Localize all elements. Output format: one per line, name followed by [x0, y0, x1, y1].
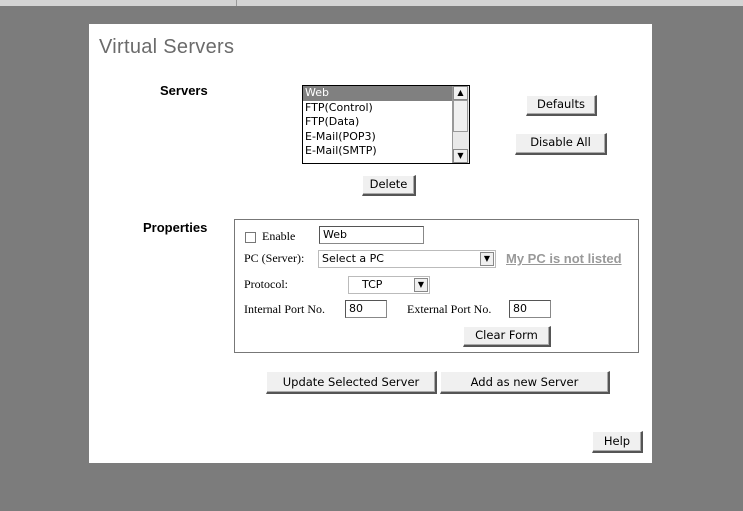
internal-port-input[interactable]: 80 [345, 300, 387, 318]
update-selected-server-button[interactable]: Update Selected Server [266, 371, 437, 394]
server-item-email-pop3[interactable]: E-Mail(POP3) [303, 130, 453, 145]
server-item-ftp-data[interactable]: FTP(Data) [303, 115, 453, 130]
help-button[interactable]: Help [592, 431, 643, 453]
servers-label: Servers [160, 83, 208, 98]
my-pc-not-listed-link[interactable]: My PC is not listed [506, 251, 622, 266]
pc-server-value: Select a PC [322, 252, 384, 265]
pc-server-label: PC (Server): [244, 251, 305, 265]
strip-divider [236, 0, 237, 6]
server-item-ftp-control[interactable]: FTP(Control) [303, 101, 453, 116]
enable-checkbox[interactable] [245, 232, 256, 243]
protocol-select[interactable]: TCP ▼ [348, 276, 430, 294]
server-item-web[interactable]: Web [303, 86, 453, 101]
clear-form-button[interactable]: Clear Form [463, 326, 551, 347]
add-new-server-button[interactable]: Add as new Server [440, 371, 610, 394]
scroll-up-icon[interactable]: ▲ [453, 86, 468, 100]
internal-port-label: Internal Port No. [244, 302, 325, 316]
top-strip [0, 0, 743, 6]
protocol-dropdown-icon[interactable]: ▼ [414, 278, 428, 292]
scroll-down-icon[interactable]: ▼ [453, 149, 468, 163]
servers-list: Web FTP(Control) FTP(Data) E-Mail(POP3) … [303, 86, 453, 159]
servers-listbox[interactable]: Web FTP(Control) FTP(Data) E-Mail(POP3) … [302, 85, 470, 164]
disable-all-button[interactable]: Disable All [515, 133, 607, 155]
enable-label: Enable [262, 229, 296, 243]
scroll-thumb[interactable] [453, 100, 468, 132]
pc-server-select[interactable]: Select a PC ▼ [318, 250, 496, 268]
properties-label: Properties [143, 220, 208, 235]
external-port-label: External Port No. [407, 302, 492, 316]
pc-dropdown-icon[interactable]: ▼ [480, 252, 494, 266]
properties-box: Enable Web PC (Server): Select a PC ▼ My… [234, 219, 639, 353]
page-title: Virtual Servers [99, 36, 235, 58]
server-name-input[interactable]: Web [319, 226, 424, 244]
servers-scrollbar[interactable]: ▲ ▼ [452, 86, 469, 163]
virtual-servers-panel: Virtual Servers Servers Web FTP(Control)… [89, 24, 652, 463]
protocol-label: Protocol: [244, 277, 288, 291]
delete-button[interactable]: Delete [362, 175, 416, 196]
external-port-input[interactable]: 80 [509, 300, 551, 318]
defaults-button[interactable]: Defaults [526, 95, 597, 116]
protocol-value: TCP [362, 278, 383, 291]
server-item-email-smtp[interactable]: E-Mail(SMTP) [303, 144, 453, 159]
